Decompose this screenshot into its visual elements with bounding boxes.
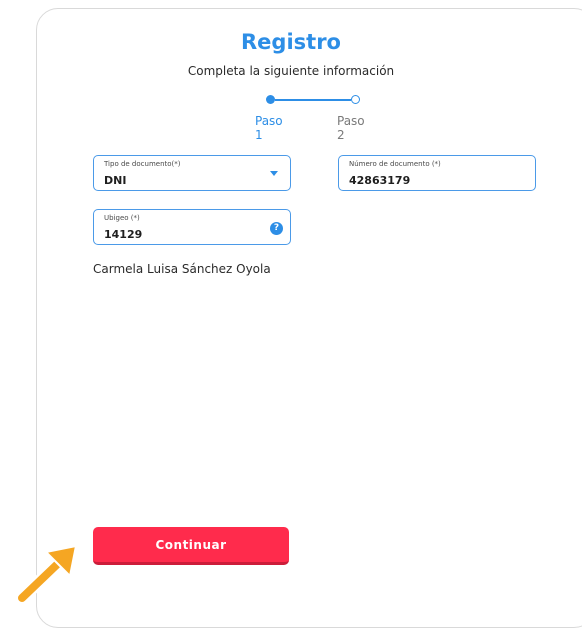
ubigeo-label: Ubigeo (*) [104,214,140,222]
arrow-pointer-icon [15,545,77,603]
page-title: Registro [241,30,341,54]
ubigeo-field[interactable]: Ubigeo (*) 14129 ? [93,209,291,245]
person-name: Carmela Luisa Sánchez Oyola [93,262,271,276]
step-1-dot [266,95,275,104]
help-icon[interactable]: ? [270,222,283,235]
document-type-select[interactable]: Tipo de documento(*) DNI [93,155,291,191]
step-connector [275,99,351,101]
chevron-down-icon[interactable] [270,171,278,176]
document-number-field[interactable]: Número de documento (*) 42863179 [338,155,536,191]
document-type-label: Tipo de documento(*) [104,160,181,168]
step-1-label[interactable]: Paso 1 [255,114,283,142]
ubigeo-value: 14129 [104,228,143,241]
step-2-label[interactable]: Paso 2 [337,114,365,142]
page-subtitle: Completa la siguiente información [187,64,395,78]
document-type-value: DNI [104,174,127,187]
continue-button[interactable]: Continuar [93,527,289,565]
step-2-dot [351,95,360,104]
document-number-value: 42863179 [349,174,411,187]
document-number-label: Número de documento (*) [349,160,441,168]
